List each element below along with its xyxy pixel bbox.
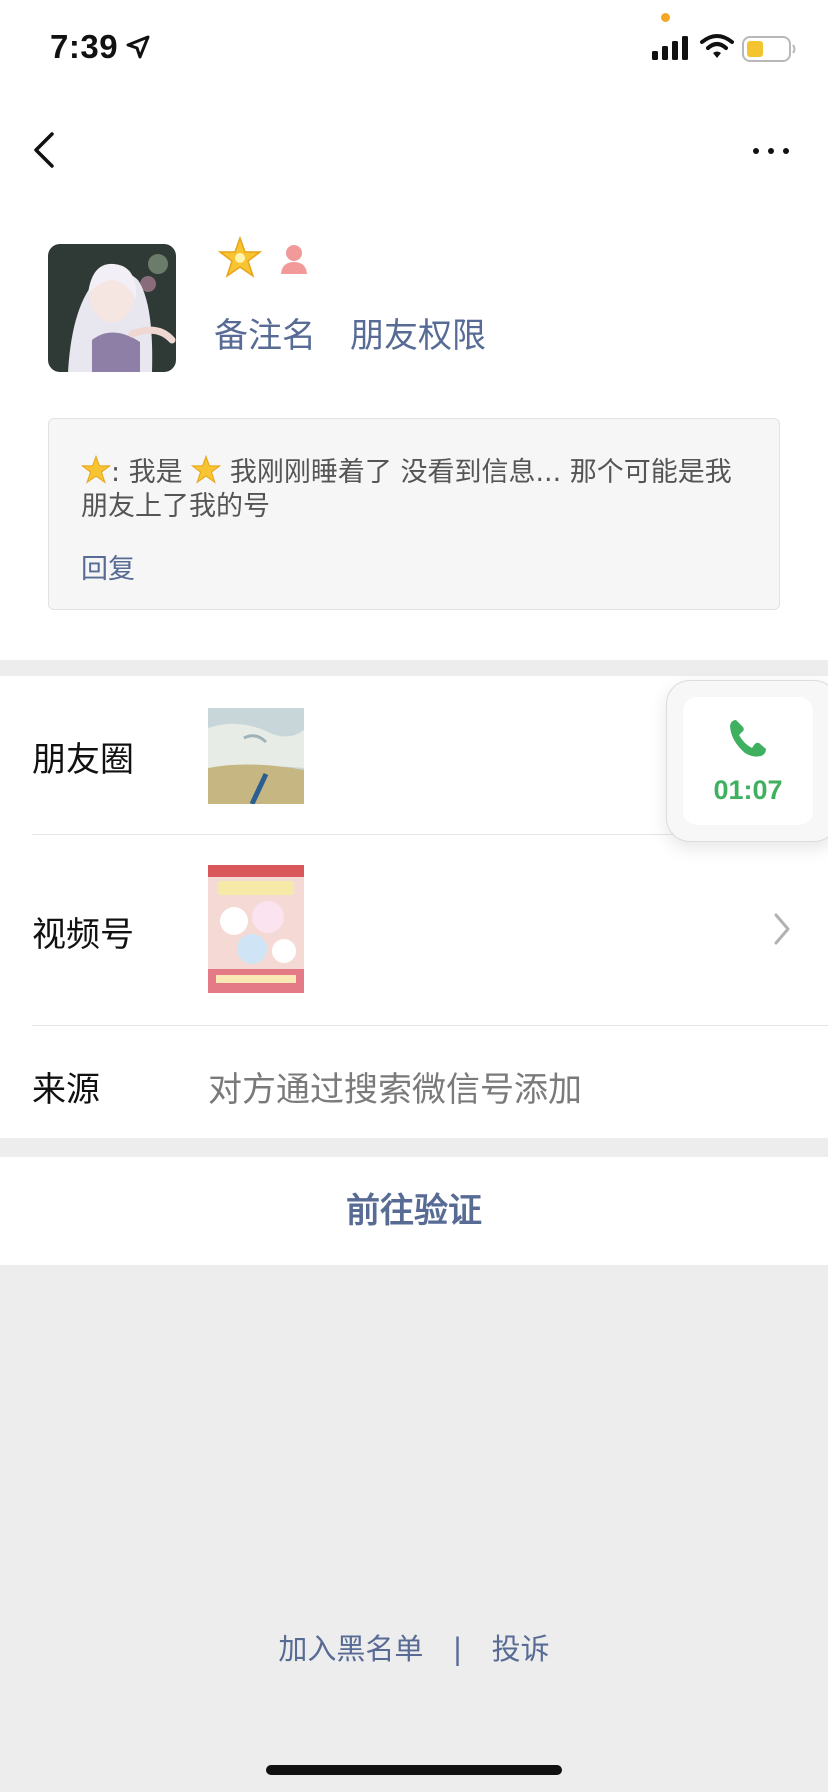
reply-link[interactable]: 回复: [81, 547, 135, 586]
home-indicator[interactable]: [266, 1765, 562, 1775]
greeting-message-card: : 我是 我刚刚睡着了 没看到信息... 那个可能是我朋友上了我的号 回复: [48, 418, 780, 610]
location-arrow-icon: [126, 35, 150, 59]
source-label: 来源: [32, 1070, 100, 1110]
status-bar: 7:39: [0, 0, 828, 100]
gender-female-icon: [281, 245, 307, 274]
cellular-signal-icon: [652, 36, 688, 60]
moments-label: 朋友圈: [32, 740, 134, 780]
friend-permission-link[interactable]: 朋友权限: [350, 308, 486, 357]
source-value: 对方通过搜索微信号添加: [208, 1070, 582, 1110]
more-options-button[interactable]: [744, 130, 798, 170]
greeting-prefix: : 我是: [111, 457, 183, 488]
report-link[interactable]: 投诉: [492, 1632, 550, 1666]
more-dot-icon: [753, 148, 759, 154]
add-to-blacklist-link[interactable]: 加入黑名单: [278, 1632, 423, 1666]
back-button[interactable]: [26, 120, 66, 180]
remark-name-link[interactable]: 备注名: [214, 308, 316, 357]
privacy-indicator-dot: [661, 13, 670, 22]
avatar-image: [48, 244, 176, 372]
chevron-left-icon: [34, 132, 54, 168]
channels-thumbnail: [208, 865, 304, 993]
star-emoji-icon: [81, 455, 111, 484]
greeting-text: : 我是 我刚刚睡着了 没看到信息... 那个可能是我朋友上了我的号: [81, 455, 751, 524]
floating-call-widget[interactable]: 01:07: [666, 680, 828, 842]
contact-avatar[interactable]: [48, 244, 176, 372]
nav-bar: [0, 100, 828, 200]
footer-links: 加入黑名单 | 投诉: [0, 1626, 828, 1668]
moments-thumbnail: [208, 708, 304, 804]
channels-label: 视频号: [32, 915, 134, 955]
footer-separator: |: [452, 1632, 463, 1666]
more-dot-icon: [783, 148, 789, 154]
call-widget-inner: 01:07: [683, 697, 813, 825]
moments-photo-image: [208, 708, 304, 804]
verify-section: 前往验证: [0, 1157, 828, 1265]
phone-icon: [730, 720, 766, 757]
chevron-right-icon: [774, 913, 790, 945]
source-row: 来源 对方通过搜索微信号添加: [0, 1026, 828, 1138]
more-dot-icon: [768, 148, 774, 154]
go-verify-button[interactable]: 前往验证: [0, 1157, 828, 1265]
battery-icon: [742, 36, 796, 62]
star-emoji-icon: [191, 455, 222, 484]
status-time: 7:39: [50, 28, 119, 65]
channels-row[interactable]: 视频号: [0, 835, 828, 1025]
wifi-icon: [700, 34, 734, 58]
star-emoji-icon: [218, 236, 262, 278]
call-timer: 01:07: [713, 775, 783, 805]
channels-video-cover-image: [208, 865, 304, 993]
